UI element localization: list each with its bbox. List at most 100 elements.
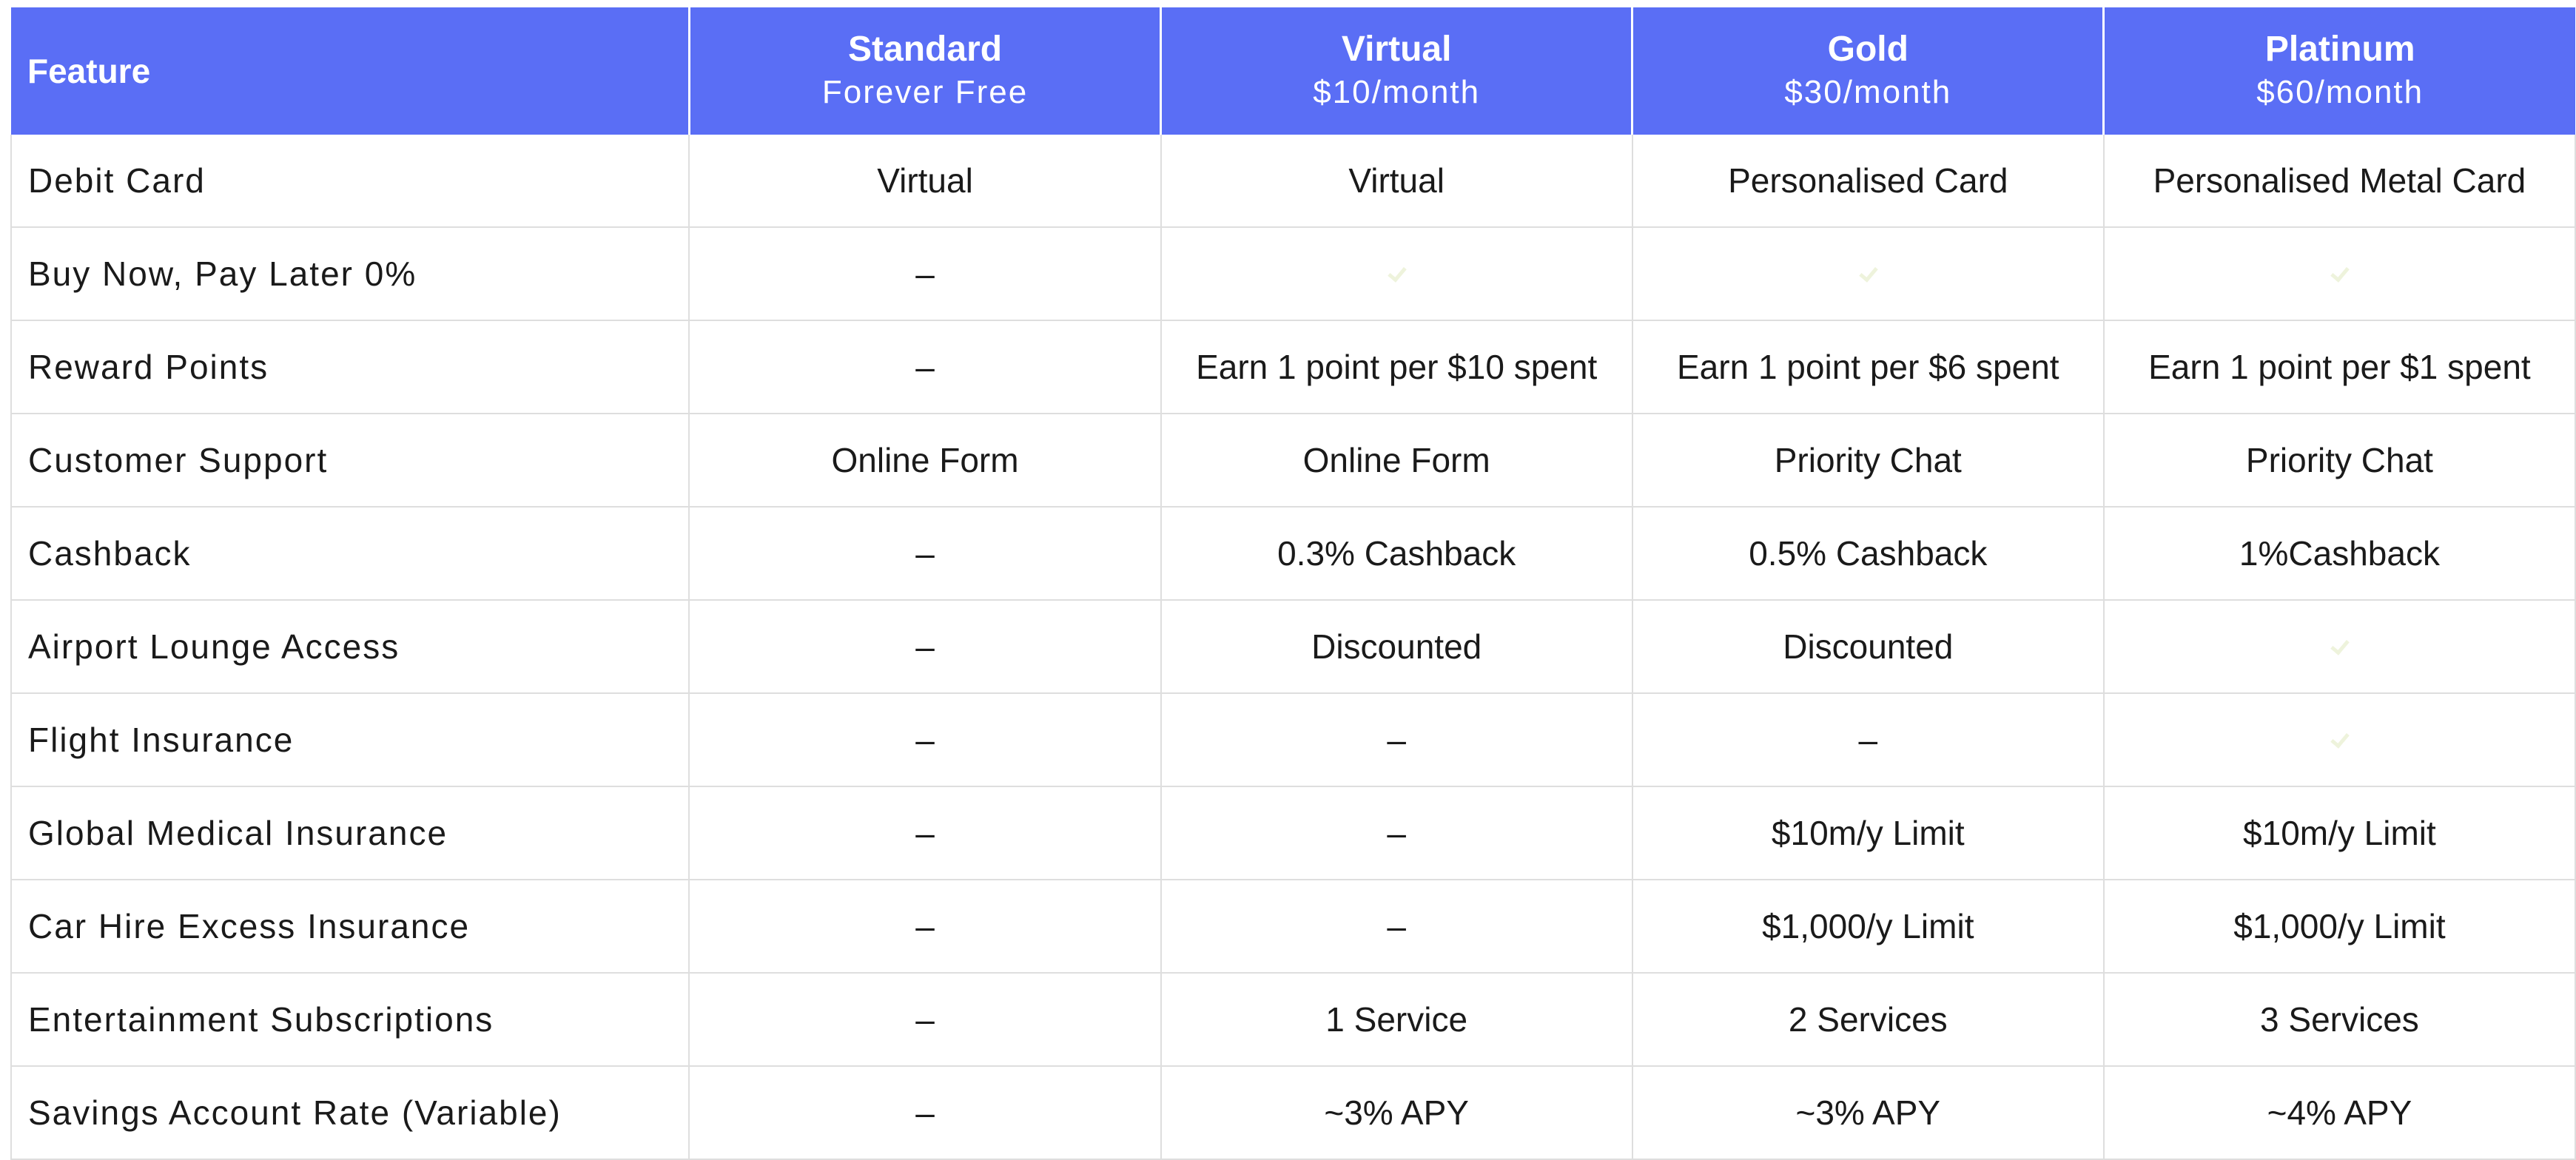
- cell-value: –: [915, 814, 935, 852]
- plan-value-cell-gold: 0.5% Cashback: [1632, 507, 2105, 601]
- plan-price: $10/month: [1313, 74, 1481, 110]
- feature-name-cell: Debit Card: [10, 135, 690, 228]
- cell-value: Priority Chat: [2245, 441, 2433, 479]
- plan-value-cell-gold: 2 Services: [1632, 973, 2105, 1067]
- cell-value: 3 Services: [2260, 1000, 2419, 1039]
- plan-value-cell-virtual: ~3% APY: [1160, 1066, 1633, 1160]
- cell-value: Discounted: [1783, 627, 1954, 666]
- table-row: Entertainment Subscriptions – 1 Service 2 S…: [10, 973, 2576, 1067]
- plan-value-cell-platinum: Earn 1 point per $1 spent: [2103, 320, 2576, 414]
- plan-value-cell-standard: –: [689, 693, 1162, 787]
- plan-value-cell-gold: $10m/y Limit: [1632, 786, 2105, 880]
- plan-value-cell-virtual: 0.3% Cashback: [1160, 507, 1633, 601]
- plan-value-cell-standard: –: [689, 973, 1162, 1067]
- plan-value-cell-virtual: Online Form: [1160, 414, 1633, 508]
- plan-value-cell-standard: Virtual: [689, 135, 1162, 228]
- plan-value-cell-gold: Personalised Card: [1632, 135, 2105, 228]
- cell-value: –: [915, 254, 935, 293]
- cell-value: $1,000/y Limit: [1762, 907, 1974, 945]
- plan-price: $60/month: [2256, 74, 2424, 110]
- plan-value-cell-standard: –: [689, 507, 1162, 601]
- check-icon: [2328, 263, 2350, 286]
- plan-value-cell-gold: Earn 1 point per $6 spent: [1632, 320, 2105, 414]
- table-row: Customer Support Online Form Online Form Pr…: [10, 414, 2576, 508]
- feature-column-header: Feature: [11, 7, 690, 135]
- plan-value-cell-standard: –: [689, 880, 1162, 974]
- plan-value-cell-gold: ~3% APY: [1632, 1066, 2105, 1160]
- cell-value: ~3% APY: [1795, 1093, 1941, 1132]
- cell-value: –: [1387, 907, 1406, 945]
- plan-value-cell-virtual: –: [1160, 786, 1633, 880]
- table-row: Cashback – 0.3% Cashback 0.5% Cashback 1%Cas…: [10, 507, 2576, 601]
- cell-value: –: [915, 534, 935, 573]
- cell-value: $10m/y Limit: [2243, 814, 2436, 852]
- plan-price: $30/month: [1784, 74, 1952, 110]
- cell-value: 1 Service: [1325, 1000, 1468, 1039]
- cell-value: $1,000/y Limit: [2233, 907, 2446, 945]
- plan-value-cell-virtual: Virtual: [1160, 135, 1633, 228]
- plan-value-cell-gold: Priority Chat: [1632, 414, 2105, 508]
- cell-value: Discounted: [1311, 627, 1482, 666]
- plan-value-cell-standard: Online Form: [689, 414, 1162, 508]
- cell-value: 0.3% Cashback: [1277, 534, 1516, 573]
- plan-value-cell-virtual: –: [1160, 693, 1633, 787]
- cell-value: –: [915, 721, 935, 759]
- cell-value: Earn 1 point per $10 spent: [1196, 348, 1598, 386]
- feature-name-cell: Buy Now, Pay Later 0%: [10, 227, 690, 321]
- plan-name: Virtual: [1341, 30, 1452, 69]
- cell-value: –: [915, 1093, 935, 1132]
- cell-value: 0.5% Cashback: [1749, 534, 1988, 573]
- cell-value: –: [915, 1000, 935, 1039]
- plan-value-cell-standard: –: [689, 227, 1162, 321]
- plan-value-cell-virtual: 1 Service: [1160, 973, 1633, 1067]
- feature-name-cell: Airport Lounge Access: [10, 600, 690, 694]
- cell-value: $10m/y Limit: [1771, 814, 1965, 852]
- header-row: Feature Standard Forever Free Virtual $1…: [11, 7, 2575, 135]
- plan-value-cell-virtual: Discounted: [1160, 600, 1633, 694]
- cell-value: Personalised Card: [1728, 161, 2008, 200]
- plan-value-cell-gold: $1,000/y Limit: [1632, 880, 2105, 974]
- plan-value-cell-virtual: Earn 1 point per $10 spent: [1160, 320, 1633, 414]
- plan-name: Standard: [848, 30, 1003, 69]
- plan-value-cell-platinum: [2103, 600, 2576, 694]
- check-icon: [2328, 636, 2350, 658]
- cell-value: 2 Services: [1788, 1000, 1948, 1039]
- plan-value-cell-platinum: Priority Chat: [2103, 414, 2576, 508]
- cell-value: Priority Chat: [1774, 441, 1962, 479]
- feature-name-cell: Global Medical Insurance: [10, 786, 690, 880]
- cell-value: Virtual: [877, 161, 973, 200]
- plan-price: Forever Free: [821, 74, 1029, 110]
- plan-value-cell-standard: –: [689, 320, 1162, 414]
- table-header: Feature Standard Forever Free Virtual $1…: [11, 7, 2575, 135]
- cell-value: –: [915, 907, 935, 945]
- check-icon: [1385, 263, 1408, 286]
- table-body: Debit Card Virtual Virtual Personalised Car…: [10, 135, 2576, 1160]
- check-icon: [2328, 729, 2350, 752]
- cell-value: Earn 1 point per $6 spent: [1677, 348, 2059, 386]
- feature-name-cell: Savings Account Rate (Variable): [10, 1066, 690, 1160]
- plan-value-cell-standard: –: [689, 600, 1162, 694]
- feature-name-cell: Customer Support: [10, 414, 690, 508]
- plan-value-cell-platinum: $10m/y Limit: [2103, 786, 2576, 880]
- feature-name-cell: Entertainment Subscriptions: [10, 973, 690, 1067]
- plan-header-virtual: Virtual $10/month: [1160, 7, 1634, 135]
- table-row: Savings Account Rate (Variable) – ~3% APY ~…: [10, 1066, 2576, 1160]
- cell-value: –: [915, 627, 935, 666]
- cell-value: 1%Cashback: [2239, 534, 2440, 573]
- table-row: Debit Card Virtual Virtual Personalised Car…: [10, 135, 2576, 228]
- pricing-comparison-table: Feature Standard Forever Free Virtual $1…: [10, 7, 2576, 1160]
- table-row: Buy Now, Pay Later 0% –: [10, 227, 2576, 321]
- plan-value-cell-virtual: –: [1160, 880, 1633, 974]
- plan-header-standard: Standard Forever Free: [689, 7, 1163, 135]
- cell-value: –: [1387, 721, 1406, 759]
- plan-value-cell-platinum: 3 Services: [2103, 973, 2576, 1067]
- cell-value: ~3% APY: [1324, 1093, 1469, 1132]
- plan-value-cell-gold: [1632, 227, 2105, 321]
- plan-header-platinum: Platinum $60/month: [2103, 7, 2575, 135]
- plan-value-cell-virtual: [1160, 227, 1633, 321]
- plan-value-cell-gold: Discounted: [1632, 600, 2105, 694]
- check-icon: [1857, 263, 1879, 286]
- plan-value-cell-gold: –: [1632, 693, 2105, 787]
- feature-name-cell: Flight Insurance: [10, 693, 690, 787]
- plan-value-cell-platinum: $1,000/y Limit: [2103, 880, 2576, 974]
